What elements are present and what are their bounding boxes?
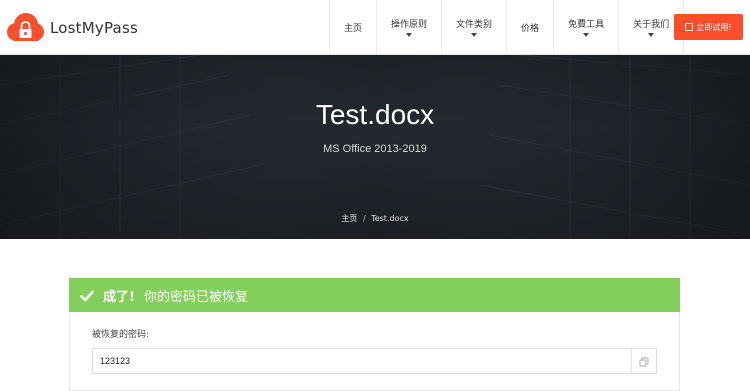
breadcrumb-separator: / bbox=[362, 214, 366, 223]
nav-label: 主页 bbox=[344, 23, 363, 34]
cloud-lock-icon bbox=[6, 11, 44, 45]
cta-label: 立即试用! bbox=[696, 22, 732, 32]
breadcrumb: 主页 / Test.docx bbox=[0, 213, 750, 224]
main-nav: 主页 操作原则 文件类别 价格 免費工具 关于我们 bbox=[329, 0, 685, 54]
success-status: 成了! bbox=[103, 289, 135, 305]
nav-label: 操作原则 bbox=[391, 20, 428, 30]
nav-label: 价格 bbox=[521, 23, 540, 34]
try-now-button[interactable]: 立即试用! bbox=[674, 14, 743, 40]
checkmark-icon bbox=[80, 288, 94, 302]
recovered-password-label: 被恢复的密码: bbox=[92, 330, 150, 340]
caret-down-icon bbox=[583, 33, 590, 37]
caret-down-icon bbox=[471, 33, 478, 37]
brand-name: LostMyPass bbox=[50, 19, 138, 37]
page-subtitle: MS Office 2013-2019 bbox=[323, 143, 427, 155]
caret-down-icon bbox=[648, 33, 655, 37]
nav-item-free-tools[interactable]: 免費工具 bbox=[553, 0, 618, 54]
caret-down-icon bbox=[406, 33, 413, 37]
copy-button[interactable] bbox=[631, 349, 656, 373]
external-link-icon bbox=[685, 23, 694, 31]
nav-item-file-types[interactable]: 文件类别 bbox=[441, 0, 506, 54]
breadcrumb-home[interactable]: 主页 bbox=[341, 214, 357, 223]
nav-label: 文件类别 bbox=[456, 20, 493, 30]
page-title: Test.docx bbox=[315, 99, 435, 130]
hero-banner: Test.docx MS Office 2013-2019 主页 / Test.… bbox=[0, 55, 750, 239]
logo[interactable]: LostMyPass bbox=[6, 10, 138, 46]
success-message: 你的密码已被恢复 bbox=[143, 289, 248, 305]
recovered-password-field[interactable]: 123123 bbox=[92, 348, 657, 374]
success-banner: 成了! 你的密码已被恢复 bbox=[69, 278, 680, 312]
breadcrumb-current: Test.docx bbox=[371, 214, 409, 223]
site-header: LostMyPass 主页 操作原则 文件类别 价格 免費工具 关于我们 立即试… bbox=[0, 0, 750, 55]
copy-icon bbox=[639, 352, 649, 371]
nav-item-home[interactable]: 主页 bbox=[329, 0, 376, 54]
recovered-password-value[interactable]: 123123 bbox=[100, 356, 631, 366]
nav-label: 关于我们 bbox=[633, 20, 670, 30]
nav-item-pricing[interactable]: 价格 bbox=[506, 0, 553, 54]
nav-label: 免費工具 bbox=[568, 20, 605, 30]
nav-item-principles[interactable]: 操作原则 bbox=[376, 0, 441, 54]
